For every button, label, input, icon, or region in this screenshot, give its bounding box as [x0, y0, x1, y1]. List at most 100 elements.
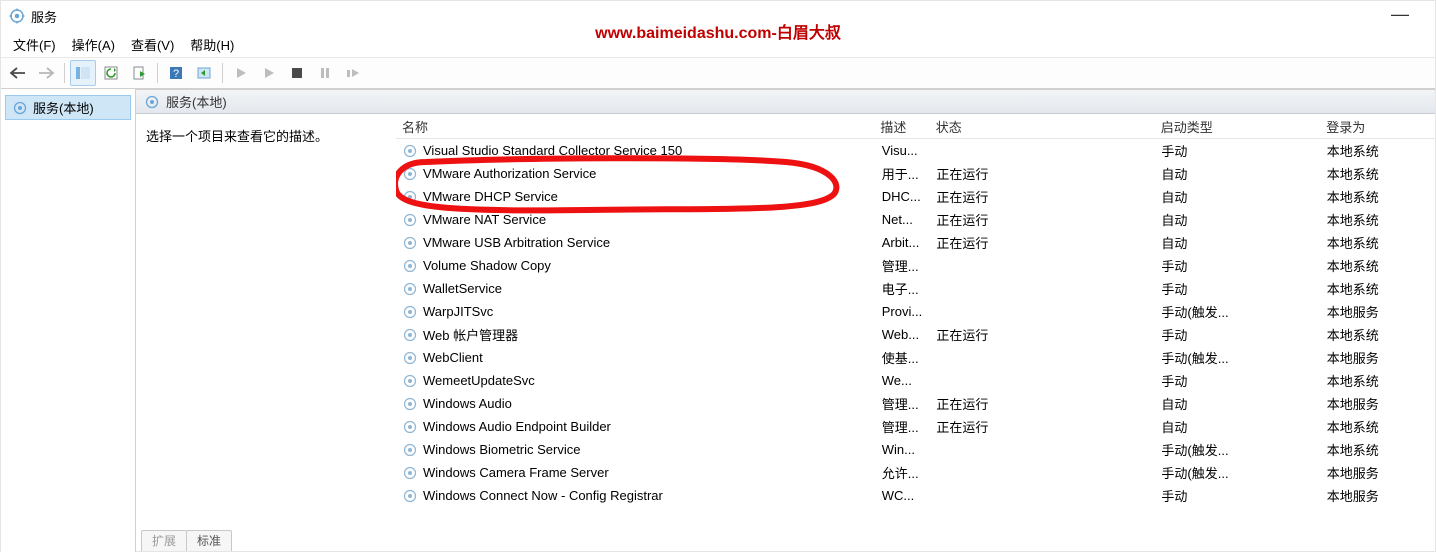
col-status[interactable]: 状态 [930, 117, 1155, 136]
tree-node-services-local[interactable]: 服务(本地) [5, 95, 131, 120]
service-desc: Web... [876, 327, 931, 342]
service-gear-icon [402, 465, 418, 481]
services-app-icon [9, 8, 25, 24]
col-desc[interactable]: 描述 [874, 117, 929, 136]
forward-button[interactable] [33, 60, 59, 86]
service-logon: 本地系统 [1321, 417, 1435, 436]
show-hide-tree-button[interactable] [70, 60, 96, 86]
titlebar: 服务 — [1, 1, 1435, 31]
service-name: Volume Shadow Copy [423, 258, 551, 273]
service-gear-icon [402, 419, 418, 435]
service-row[interactable]: VMware Authorization Service用于...正在运行自动本… [396, 162, 1435, 185]
tab-extended[interactable]: 扩展 [141, 530, 187, 551]
service-gear-icon [402, 281, 418, 297]
service-row[interactable]: Windows Audio管理...正在运行自动本地服务 [396, 392, 1435, 415]
service-row[interactable]: VMware NAT ServiceNet...正在运行自动本地系统 [396, 208, 1435, 231]
service-name: Web 帐户管理器 [423, 325, 518, 344]
tree-pane: 服务(本地) [1, 89, 136, 552]
service-gear-icon [402, 212, 418, 228]
service-row[interactable]: Visual Studio Standard Collector Service… [396, 139, 1435, 162]
service-name: Visual Studio Standard Collector Service… [423, 143, 682, 158]
col-start[interactable]: 启动类型 [1155, 117, 1321, 136]
service-desc: 管理... [876, 417, 931, 436]
service-name: Windows Audio [423, 396, 512, 411]
service-status: 正在运行 [930, 164, 1155, 183]
service-row[interactable]: Windows Audio Endpoint Builder管理...正在运行自… [396, 415, 1435, 438]
service-name: WarpJITSvc [423, 304, 493, 319]
list-rows: Visual Studio Standard Collector Service… [396, 139, 1435, 552]
service-logon: 本地系统 [1321, 233, 1435, 252]
column-headers: 名称 描述 状态 启动类型 登录为 [396, 114, 1435, 139]
service-desc: Arbit... [876, 235, 931, 250]
service-logon: 本地系统 [1321, 141, 1435, 160]
gear-icon [12, 100, 28, 116]
service-name: Windows Biometric Service [423, 442, 581, 457]
service-row[interactable]: WarpJITSvcProvi...手动(触发...本地服务 [396, 300, 1435, 323]
service-gear-icon [402, 488, 418, 504]
restart-service-button[interactable] [340, 60, 366, 86]
view-tabs: 扩展 标准 [141, 529, 231, 551]
description-column: 选择一个项目来查看它的描述。 [136, 114, 396, 552]
service-gear-icon [402, 350, 418, 366]
service-row[interactable]: Windows Connect Now - Config Registrar WC… [396, 484, 1435, 507]
properties-button[interactable] [191, 60, 217, 86]
service-name: VMware USB Arbitration Service [423, 235, 610, 250]
menubar: 文件(F) 操作(A) 查看(V) 帮助(H) [1, 31, 1435, 58]
service-start: 手动 [1155, 141, 1320, 160]
service-start: 自动 [1155, 210, 1320, 229]
service-row[interactable]: WalletService电子...手动本地系统 [396, 277, 1435, 300]
start-service-button[interactable] [228, 60, 254, 86]
service-logon: 本地服务 [1321, 302, 1435, 321]
menu-help[interactable]: 帮助(H) [182, 35, 242, 54]
menu-view[interactable]: 查看(V) [123, 35, 182, 54]
service-row[interactable]: Volume Shadow Copy管理...手动本地系统 [396, 254, 1435, 277]
stop-service-button[interactable] [284, 60, 310, 86]
back-button[interactable] [5, 60, 31, 86]
service-gear-icon [402, 304, 418, 320]
service-desc: 使基... [876, 348, 931, 367]
service-row[interactable]: Windows Biometric ServiceWin...手动(触发...本… [396, 438, 1435, 461]
export-list-button[interactable] [126, 60, 152, 86]
service-start: 手动(触发... [1155, 348, 1320, 367]
service-desc: 电子... [876, 279, 931, 298]
service-start: 手动(触发... [1155, 463, 1320, 482]
menu-file[interactable]: 文件(F) [5, 35, 64, 54]
service-start: 自动 [1155, 187, 1320, 206]
service-row[interactable]: VMware USB Arbitration ServiceArbit...正在… [396, 231, 1435, 254]
service-start: 手动 [1155, 325, 1320, 344]
service-logon: 本地系统 [1321, 279, 1435, 298]
service-start: 手动(触发... [1155, 440, 1320, 459]
service-name: Windows Connect Now - Config Registrar [423, 488, 663, 503]
service-start: 手动 [1155, 279, 1320, 298]
pause-service-button[interactable] [312, 60, 338, 86]
minimize-button[interactable]: — [1385, 9, 1415, 19]
service-desc: 管理... [876, 394, 931, 413]
stop-glyph-button[interactable] [256, 60, 282, 86]
description-hint: 选择一个项目来查看它的描述。 [146, 129, 328, 144]
col-logon[interactable]: 登录为 [1320, 117, 1435, 136]
service-name: VMware NAT Service [423, 212, 546, 227]
service-gear-icon [402, 189, 418, 205]
refresh-button[interactable] [98, 60, 124, 86]
services-pane: 服务(本地) 选择一个项目来查看它的描述。 名称 描述 状态 启动类型 登录为 … [136, 89, 1435, 552]
menu-action[interactable]: 操作(A) [64, 35, 123, 54]
service-row[interactable]: WebClient使基...手动(触发...本地服务 [396, 346, 1435, 369]
service-status: 正在运行 [930, 325, 1155, 344]
service-desc: 允许... [876, 463, 931, 482]
service-logon: 本地服务 [1321, 394, 1435, 413]
separator [157, 63, 158, 83]
separator [222, 63, 223, 83]
service-desc: WC... [876, 488, 931, 503]
service-status: 正在运行 [930, 394, 1155, 413]
service-row[interactable]: VMware DHCP ServiceDHC...正在运行自动本地系统 [396, 185, 1435, 208]
help-button[interactable]: ? [163, 60, 189, 86]
service-row[interactable]: Web 帐户管理器 Web...正在运行手动本地系统 [396, 323, 1435, 346]
service-name: WemeetUpdateSvc [423, 373, 535, 388]
tab-standard[interactable]: 标准 [186, 530, 232, 551]
panel-body: 选择一个项目来查看它的描述。 名称 描述 状态 启动类型 登录为 Visual … [136, 114, 1435, 552]
service-logon: 本地系统 [1321, 325, 1435, 344]
service-row[interactable]: WemeetUpdateSvcWe...手动本地系统 [396, 369, 1435, 392]
col-name[interactable]: 名称 [396, 117, 874, 136]
service-row[interactable]: Windows Camera Frame Server允许...手动(触发...… [396, 461, 1435, 484]
gear-icon [144, 94, 160, 110]
